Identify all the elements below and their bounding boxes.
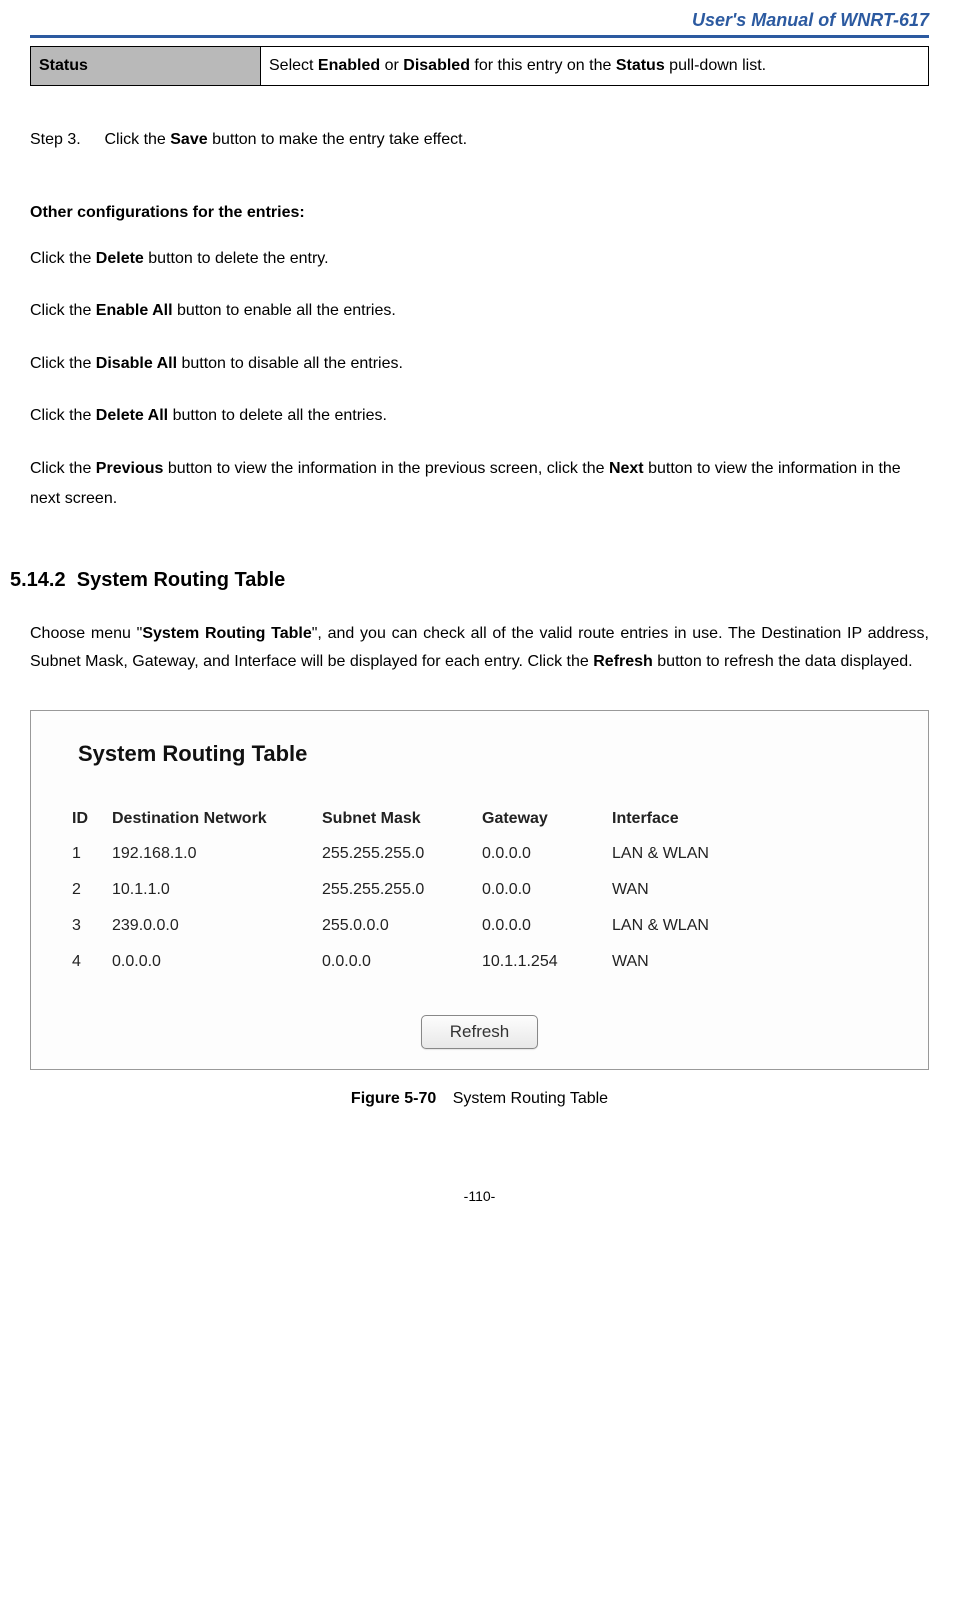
text-bold: Status [616,57,665,74]
text-bold: System Routing Table [142,625,311,642]
text-bold: Disabled [403,57,470,74]
table-row: 2 10.1.1.0 255.255.255.0 0.0.0.0 WAN [66,872,893,908]
text: button to delete the entry. [144,250,329,267]
text-bold: Delete [96,250,144,267]
cell-id: 3 [66,908,106,944]
routing-panel-title: System Routing Table [78,741,893,767]
cell-interface: WAN [606,872,893,908]
text-bold: Next [609,460,644,477]
text: Choose menu " [30,625,142,642]
page-number: -110- [30,1188,929,1224]
prev-next-para: Click the Previous button to view the in… [30,454,929,515]
cell-gateway: 0.0.0.0 [476,872,606,908]
cell-dest: 192.168.1.0 [106,836,316,872]
th-dest: Destination Network [106,802,316,836]
text: Click the [104,131,170,148]
cell-gateway: 0.0.0.0 [476,836,606,872]
section-number: 5.14.2 [10,569,66,591]
th-id: ID [66,802,106,836]
text: Click the [30,460,96,477]
table-row: 4 0.0.0.0 0.0.0.0 10.1.1.254 WAN [66,944,893,980]
text: for this entry on the [470,57,616,74]
text: pull-down list. [665,57,766,74]
routing-figure: System Routing Table ID Destination Netw… [30,710,929,1070]
text: Click the [30,355,96,372]
cell-interface: WAN [606,944,893,980]
text-bold: Refresh [593,653,653,670]
th-gateway: Gateway [476,802,606,836]
cell-dest: 10.1.1.0 [106,872,316,908]
figure-label: Figure 5-70 [351,1090,436,1107]
th-interface: Interface [606,802,893,836]
status-label-cell: Status [31,47,261,86]
cell-dest: 239.0.0.0 [106,908,316,944]
enable-all-para: Click the Enable All button to enable al… [30,296,929,326]
refresh-row: Refresh [66,1015,893,1049]
text-bold: Delete All [96,407,168,424]
delete-para: Click the Delete button to delete the en… [30,244,929,274]
cell-gateway: 10.1.1.254 [476,944,606,980]
text-bold: Disable All [96,355,177,372]
delete-all-para: Click the Delete All button to delete al… [30,401,929,431]
cell-interface: LAN & WLAN [606,908,893,944]
page-header-title: User's Manual of WNRT-617 [30,0,929,35]
status-desc-cell: Select Enabled or Disabled for this entr… [261,47,929,86]
step-3: Step 3. Click the Save button to make th… [30,131,929,149]
text: button to enable all the entries. [173,302,396,319]
table-row: 1 192.168.1.0 255.255.255.0 0.0.0.0 LAN … [66,836,893,872]
text: button to disable all the entries. [177,355,403,372]
section-heading: 5.14.2 System Routing Table [10,569,929,592]
status-row: Status Select Enabled or Disabled for th… [31,47,929,86]
cell-mask: 255.255.255.0 [316,872,476,908]
cell-mask: 255.255.255.0 [316,836,476,872]
cell-interface: LAN & WLAN [606,836,893,872]
section-title: System Routing Table [77,569,286,591]
text: Click the [30,407,96,424]
table-header-row: ID Destination Network Subnet Mask Gatew… [66,802,893,836]
routing-table: ID Destination Network Subnet Mask Gatew… [66,802,893,980]
cell-mask: 255.0.0.0 [316,908,476,944]
text-bold: Save [170,131,207,148]
text: button to refresh the data displayed. [653,653,913,670]
other-config-heading: Other configurations for the entries: [30,204,929,222]
table-row: 3 239.0.0.0 255.0.0.0 0.0.0.0 LAN & WLAN [66,908,893,944]
text: Click the [30,302,96,319]
cell-id: 2 [66,872,106,908]
cell-gateway: 0.0.0.0 [476,908,606,944]
text-bold: Enable All [96,302,173,319]
cell-id: 4 [66,944,106,980]
text: Select [269,57,318,74]
text: or [380,57,403,74]
text: button to view the information in the pr… [163,460,609,477]
text: button to delete all the entries. [168,407,387,424]
figure-caption-text: System Routing Table [453,1090,608,1107]
figure-caption: Figure 5-70 System Routing Table [30,1090,929,1108]
text-bold: Enabled [318,57,380,74]
refresh-button[interactable]: Refresh [421,1015,539,1049]
header-rule [30,35,929,38]
text-bold: Previous [96,460,164,477]
status-table: Status Select Enabled or Disabled for th… [30,46,929,86]
cell-dest: 0.0.0.0 [106,944,316,980]
disable-all-para: Click the Disable All button to disable … [30,349,929,379]
th-mask: Subnet Mask [316,802,476,836]
section-paragraph: Choose menu "System Routing Table", and … [30,620,929,674]
cell-mask: 0.0.0.0 [316,944,476,980]
text: Click the [30,250,96,267]
text: button to make the entry take effect. [208,131,467,148]
cell-id: 1 [66,836,106,872]
step-label: Step 3. [30,131,100,149]
